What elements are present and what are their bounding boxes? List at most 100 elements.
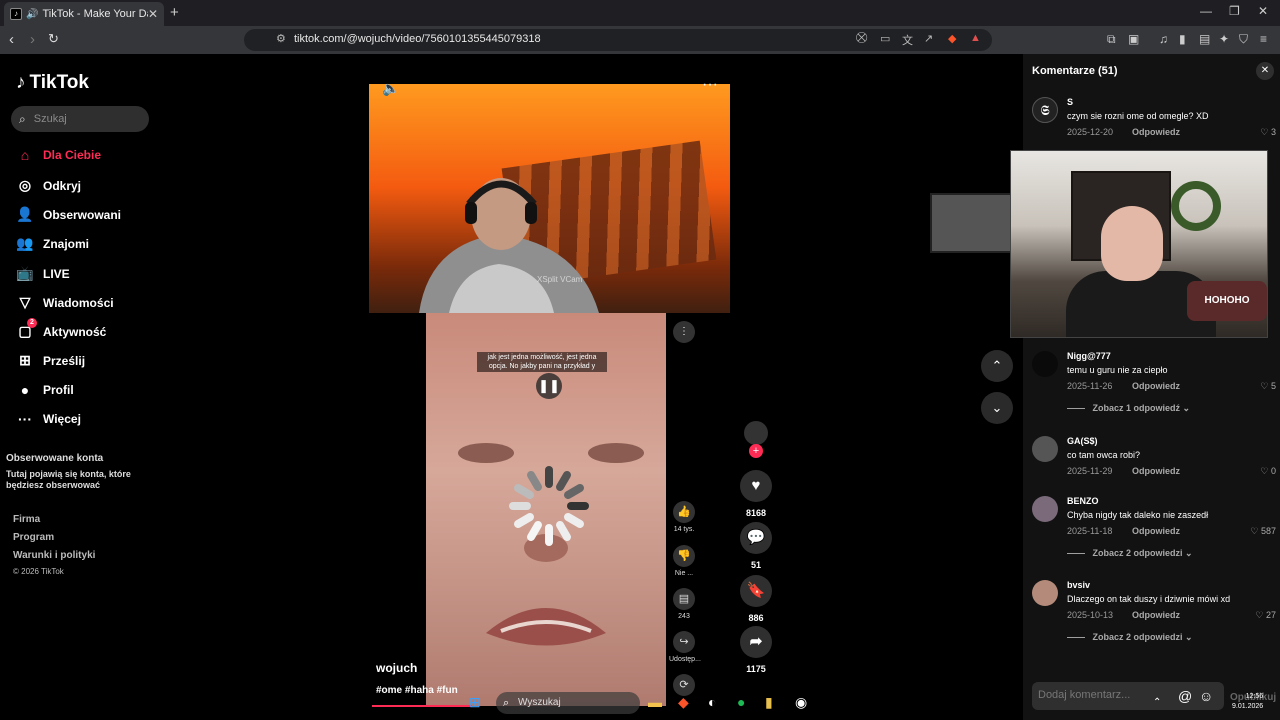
back-icon[interactable]: ‹	[9, 31, 14, 48]
sidebar-icon[interactable]: ▮	[1179, 32, 1186, 46]
commenter-avatar[interactable]	[1032, 436, 1058, 462]
sidebar-item-friends[interactable]: 👥 Znajomi	[16, 235, 89, 252]
brave-shield-icon[interactable]: ◆	[948, 32, 956, 45]
share-page-icon[interactable]: ↗	[924, 32, 933, 45]
taskbar-clock[interactable]: 12:56 9.01.2026	[1232, 692, 1263, 712]
inner-like-button[interactable]: 👍 14 tys.	[669, 501, 699, 533]
video-player[interactable]: XSplit VCam jak jest jedna możliwość, je…	[369, 84, 730, 706]
translate-icon[interactable]: 文	[902, 32, 913, 48]
tray-chevron-icon[interactable]: ⌃	[1153, 697, 1161, 708]
file-explorer-icon[interactable]: ▬	[648, 694, 662, 710]
video-progress-bar[interactable]	[372, 705, 472, 707]
forward-icon[interactable]: ›	[30, 31, 35, 48]
footer-terms[interactable]: Warunki i polityki	[13, 550, 95, 561]
commenter-avatar[interactable]: 𝕾	[1032, 97, 1058, 123]
reload-icon[interactable]: ↻	[48, 31, 59, 47]
previous-video-button[interactable]: ⌃	[981, 350, 1013, 382]
sidebar-item-activity[interactable]: ▢ 2 Aktywność	[16, 318, 106, 340]
close-tab-icon[interactable]: ✕	[148, 7, 158, 21]
comment-user[interactable]: Nigg@777	[1067, 351, 1111, 361]
close-comments-icon[interactable]: ✕	[1256, 62, 1274, 80]
minimize-icon[interactable]: —	[1200, 4, 1212, 18]
speaker-icon[interactable]: 🔊	[26, 9, 38, 20]
view-replies-button[interactable]: —— Zobacz 2 odpowiedzi ⌄	[1067, 548, 1193, 559]
leo-ai-icon[interactable]: ✦	[1219, 32, 1229, 46]
emoji-icon[interactable]: ☺	[1199, 688, 1213, 704]
add-comment-input[interactable]: Dodaj komentarz...	[1032, 682, 1224, 710]
app-icon[interactable]: ◉	[795, 694, 807, 711]
inner-comment-button[interactable]: ▤ 243	[669, 588, 699, 620]
comment-like-button[interactable]: ♡ 5	[1260, 381, 1276, 392]
comment-user[interactable]: bvsiv	[1067, 580, 1090, 590]
author-avatar[interactable]	[744, 421, 768, 445]
reply-button[interactable]: Odpowiedz	[1132, 127, 1180, 137]
footer-company[interactable]: Firma	[13, 514, 40, 525]
chevron-down-icon: ⌄	[991, 400, 1003, 415]
inner-more-icon[interactable]: ⋮	[673, 321, 695, 343]
menu-icon[interactable]: ≡	[1260, 32, 1267, 46]
address-bar[interactable]: ⚙ tiktok.com/@wojuch/video/7560101355445…	[244, 29, 992, 51]
search-input[interactable]: ⌕ Szukaj	[11, 106, 149, 132]
sidebar-item-messages[interactable]: ▽ Wiadomości	[16, 294, 114, 311]
like-button[interactable]: ♥ 8168	[740, 470, 772, 518]
vpn-icon[interactable]: ⛉	[1239, 32, 1248, 47]
save-button[interactable]: 🔖 886	[740, 575, 772, 623]
brave-browser-icon[interactable]: ◆	[678, 694, 689, 711]
wallet-icon[interactable]: ▤	[1199, 32, 1210, 46]
reply-button[interactable]: Odpowiedz	[1132, 466, 1180, 476]
spotify-icon[interactable]: ●	[737, 694, 745, 710]
windows-start-icon[interactable]: ⊞	[469, 694, 481, 711]
volume-icon[interactable]: 🔈	[382, 80, 399, 97]
new-tab-button[interactable]: +	[170, 4, 179, 21]
inner-dislike-button[interactable]: 👎 Nie ...	[669, 545, 699, 577]
site-info-icon[interactable]: ⚙	[276, 32, 286, 45]
sidebar-item-more[interactable]: ··· Więcej	[16, 411, 81, 427]
reply-button[interactable]: Odpowiedz	[1132, 526, 1180, 536]
music-icon[interactable]: ♫	[1159, 32, 1168, 46]
sidebar-item-upload[interactable]: ⊞ Prześlij	[16, 352, 85, 369]
view-replies-button[interactable]: —— Zobacz 1 odpowiedź ⌄	[1067, 403, 1190, 414]
screenshot-icon[interactable]: ▣	[1128, 32, 1139, 46]
restore-icon[interactable]: ❐	[1229, 4, 1240, 18]
tiktok-logo[interactable]: ♪ TikTok	[16, 72, 89, 94]
commenter-avatar[interactable]	[1032, 580, 1058, 606]
reply-button[interactable]: Odpowiedz	[1132, 610, 1180, 620]
comment-like-button[interactable]: ♡ 0	[1260, 466, 1276, 477]
sidebar-item-live[interactable]: 📺 LIVE	[16, 265, 69, 282]
pause-icon[interactable]: ❚❚	[536, 373, 562, 399]
sidebar-item-following[interactable]: 👤 Obserwowani	[16, 206, 121, 223]
inner-share-button[interactable]: ↪ Udostęp...	[669, 631, 701, 663]
commenter-avatar[interactable]	[1032, 351, 1058, 377]
browser-tab[interactable]: ♪ 🔊 TikTok - Make Your Day ✕	[4, 2, 164, 26]
close-window-icon[interactable]: ✕	[1258, 4, 1268, 18]
comment-button[interactable]: 💬 51	[740, 522, 772, 570]
follow-plus-icon[interactable]: +	[749, 444, 763, 458]
comment-user[interactable]: BENZO	[1067, 496, 1099, 506]
video-author[interactable]: wojuch	[376, 661, 417, 675]
video-options-icon[interactable]: ···	[702, 76, 718, 94]
league-icon[interactable]: ▮	[765, 694, 773, 711]
share-button[interactable]: ➦ 1175	[740, 626, 772, 674]
comment-user[interactable]: S	[1067, 97, 1073, 107]
sidebar-item-profile[interactable]: ● Profil	[16, 382, 74, 398]
comment-like-button[interactable]: ♡ 27	[1255, 610, 1276, 621]
cast-icon[interactable]: ▭	[880, 32, 890, 45]
steam-icon[interactable]: ◐	[708, 694, 716, 710]
sidebar-item-for-you[interactable]: ⌂ Dla Ciebie	[16, 147, 101, 163]
footer-program[interactable]: Program	[13, 532, 54, 543]
media-off-icon[interactable]: ⛒	[856, 32, 867, 45]
sidebar-item-explore[interactable]: ◎ Odkryj	[16, 177, 81, 194]
extensions-icon[interactable]: ⧉	[1107, 32, 1116, 47]
logo-text: TikTok	[29, 72, 89, 93]
reply-button[interactable]: Odpowiedz	[1132, 381, 1180, 391]
comment-user[interactable]: GA(S$)	[1067, 436, 1098, 446]
commenter-avatar[interactable]	[1032, 496, 1058, 522]
view-replies-button[interactable]: —— Zobacz 2 odpowiedzi ⌄	[1067, 632, 1193, 643]
mention-icon[interactable]: @	[1178, 688, 1192, 704]
comment-like-button[interactable]: ♡ 3	[1260, 127, 1276, 138]
brave-rewards-icon[interactable]: ▲	[970, 32, 981, 44]
video-hashtags[interactable]: #ome #haha #fun	[376, 685, 458, 696]
comment-like-button[interactable]: ♡ 587	[1250, 526, 1276, 537]
taskbar-search[interactable]: Wyszukaj	[496, 692, 640, 714]
next-video-button[interactable]: ⌄	[981, 392, 1013, 424]
